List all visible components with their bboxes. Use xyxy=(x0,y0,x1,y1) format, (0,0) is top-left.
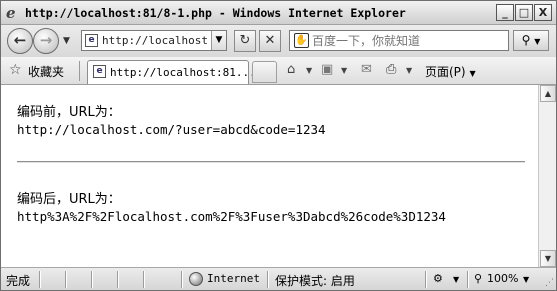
window-title: http://localhost:81/8-1.php - Windows In… xyxy=(25,6,406,20)
search-box[interactable]: ✋ xyxy=(289,30,509,51)
status-text: 完成 xyxy=(6,274,31,288)
maximize-button[interactable]: □ xyxy=(515,4,533,21)
zoom-dropdown-icon[interactable]: ▼ xyxy=(523,275,529,284)
add-ons-dropdown-icon[interactable]: ▼ xyxy=(453,275,459,284)
back-button[interactable]: ← xyxy=(7,28,33,54)
navigation-bar: ← → ▼ e http://localhost:81/8-1.php ▼ ↻ … xyxy=(1,25,556,57)
page-content: 编码前，URL为： http://localhost.com/?user=abc… xyxy=(1,85,538,267)
search-input[interactable] xyxy=(312,32,502,50)
command-bar: ☆ 收藏夹 e http://localhost:81... ⌂ ▼ ▣ ▼ ✉… xyxy=(1,57,556,85)
page-menu-label: 页面(P) xyxy=(425,65,466,79)
ie-window: e http://localhost:81/8-1.php - Windows … xyxy=(0,0,557,291)
address-bar[interactable]: e http://localhost:81/8-1.php ▼ xyxy=(81,30,227,51)
address-dropdown-icon[interactable]: ▼ xyxy=(211,31,226,50)
globe-icon xyxy=(189,272,203,286)
new-tab-button[interactable] xyxy=(252,61,277,83)
status-bar: 完成 Internet 保护模式: 启用 ⚙ ▼ ⚲ 100% ▼ ⋰ xyxy=(1,267,556,290)
protected-mode-status[interactable]: 保护模式: 启用 xyxy=(275,272,355,289)
recent-pages-dropdown-icon[interactable]: ▼ xyxy=(63,36,70,46)
before-label: 编码前，URL为： xyxy=(17,105,121,120)
address-input[interactable]: http://localhost:81/8-1.php xyxy=(102,34,210,47)
before-url: http://localhost.com/?user=abcd&code=123… xyxy=(17,122,326,137)
divider xyxy=(267,271,269,288)
divider xyxy=(181,271,183,288)
print-dropdown-icon[interactable]: ▼ xyxy=(406,66,412,75)
favorites-star-icon[interactable]: ☆ xyxy=(9,62,22,78)
divider xyxy=(117,271,119,288)
vertical-scrollbar[interactable]: ▲ ▼ xyxy=(538,85,556,267)
search-icon: ⚲ xyxy=(521,33,531,47)
refresh-button[interactable]: ↻ xyxy=(234,30,256,52)
scroll-down-button[interactable]: ▼ xyxy=(540,250,556,267)
print-icon[interactable]: ⎙ xyxy=(386,62,396,77)
minimize-button[interactable]: _ xyxy=(496,4,514,21)
divider xyxy=(65,271,67,288)
horizontal-rule xyxy=(17,161,525,163)
search-dropdown-icon: ▼ xyxy=(534,37,541,46)
resize-grip-icon[interactable]: ⋰ xyxy=(545,278,554,288)
security-zone[interactable]: Internet xyxy=(207,272,260,285)
tab-label: http://localhost:81... xyxy=(110,66,256,79)
zoom-icon[interactable]: ⚲ xyxy=(474,272,482,285)
page-menu-dropdown-icon: ▼ xyxy=(469,69,476,78)
after-label: 编码后，URL为： xyxy=(17,192,121,207)
divider xyxy=(425,271,427,288)
divider xyxy=(39,271,41,288)
close-button[interactable]: X xyxy=(534,4,552,21)
stop-button[interactable]: ✕ xyxy=(259,30,281,52)
after-url: http%3A%2F%2Flocalhost.com%2F%3Fuser%3Da… xyxy=(17,209,446,224)
add-ons-icon[interactable]: ⚙ xyxy=(433,272,443,285)
tab-page-icon: e xyxy=(93,65,106,78)
home-icon[interactable]: ⌂ xyxy=(287,62,295,77)
favorites-button[interactable]: 收藏夹 xyxy=(28,63,64,80)
title-bar: e http://localhost:81/8-1.php - Windows … xyxy=(1,1,556,25)
feeds-icon[interactable]: ▣ xyxy=(321,62,333,77)
page-icon: e xyxy=(85,34,98,47)
scroll-up-button[interactable]: ▲ xyxy=(540,85,556,102)
divider xyxy=(79,61,80,81)
page-menu[interactable]: 页面(P) ▼ xyxy=(425,63,476,80)
baidu-paw-icon: ✋ xyxy=(294,33,309,48)
divider xyxy=(143,271,145,288)
divider xyxy=(467,271,469,288)
mail-icon[interactable]: ✉ xyxy=(361,62,372,77)
home-dropdown-icon[interactable]: ▼ xyxy=(306,66,312,75)
forward-button[interactable]: → xyxy=(33,28,59,54)
search-button[interactable]: ⚲ ▼ xyxy=(513,30,549,51)
ie-logo-icon: e xyxy=(6,4,16,22)
feeds-dropdown-icon[interactable]: ▼ xyxy=(341,66,347,75)
divider xyxy=(91,271,93,288)
window-controls: _ □ X xyxy=(496,4,552,21)
browser-tab[interactable]: e http://localhost:81... xyxy=(87,60,256,84)
zoom-level[interactable]: 100% xyxy=(487,272,518,285)
